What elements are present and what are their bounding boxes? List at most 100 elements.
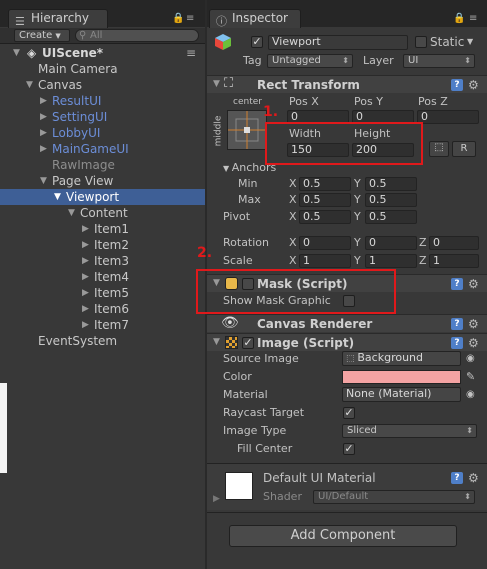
collapsed-triangle-icon[interactable]: ▶ [82, 221, 89, 237]
gear-icon[interactable]: ⚙ [468, 79, 479, 91]
image-enabled-checkbox[interactable]: ✓ [242, 337, 254, 349]
raw-edit-button[interactable]: R [452, 141, 476, 157]
scene-menu-icon[interactable]: ≡ [186, 45, 196, 61]
object-picker-icon[interactable]: ◉ [466, 352, 475, 366]
dropdown-arrow-icon: ⬍ [464, 56, 471, 65]
anchor-min-y-field[interactable]: 0.5 [365, 177, 417, 191]
expanded-triangle-icon[interactable]: ▼ [54, 189, 61, 205]
hierarchy-item[interactable]: ▼ Content [0, 205, 205, 221]
add-component-button[interactable]: Add Component [229, 525, 457, 547]
tag-dropdown[interactable]: Untagged ⬍ [267, 54, 353, 68]
source-image-field[interactable]: ⬚ Background [342, 351, 461, 366]
hierarchy-panel: ☰ Hierarchy 🔒 ≡ Create ▼ ⚲ All ▼ ◈ UISce… [0, 0, 205, 569]
collapsed-triangle-icon[interactable]: ▶ [82, 253, 89, 269]
collapsed-triangle-icon[interactable]: ▶ [82, 285, 89, 301]
collapsed-triangle-icon[interactable]: ▶ [82, 317, 89, 333]
anchor-max-x-field[interactable]: 0.5 [299, 193, 351, 207]
object-name-field[interactable]: Viewport [268, 35, 408, 50]
static-checkbox[interactable] [415, 36, 427, 48]
gear-icon[interactable]: ⚙ [468, 318, 479, 330]
scale-x-field[interactable]: 1 [299, 254, 351, 268]
image-type-dropdown[interactable]: Sliced ⬍ [342, 424, 477, 438]
hierarchy-item[interactable]: ▶ LobbyUI [0, 125, 205, 141]
anchor-min-x-field[interactable]: 0.5 [299, 177, 351, 191]
tab-hierarchy[interactable]: ☰ Hierarchy [8, 9, 108, 28]
background-window-edge [0, 383, 7, 473]
help-icon[interactable]: ? [451, 278, 463, 290]
help-icon[interactable]: ? [451, 472, 463, 484]
hierarchy-item[interactable]: ▶ MainGameUI [0, 141, 205, 157]
scale-z-field[interactable]: 1 [429, 254, 479, 268]
search-input[interactable]: ⚲ All [75, 29, 199, 42]
pos-z-field[interactable]: 0 [417, 110, 479, 124]
sprite-icon: ⬚ [346, 354, 358, 364]
collapse-triangle-icon[interactable]: ▼ [213, 79, 220, 89]
hierarchy-item[interactable]: ▶ Item4 [0, 269, 205, 285]
gear-icon[interactable]: ⚙ [468, 472, 479, 484]
help-icon[interactable]: ? [451, 318, 463, 330]
hierarchy-item[interactable]: ▶ SettingUI [0, 109, 205, 125]
lock-icon[interactable]: 🔒 [453, 13, 465, 24]
expand-triangle-icon[interactable]: ▶ [213, 494, 220, 504]
collapsed-triangle-icon[interactable]: ▶ [82, 301, 89, 317]
rect-transform-header[interactable]: ▼ ⛶ Rect Transform ? ⚙ [207, 75, 487, 93]
layer-dropdown[interactable]: UI ⬍ [403, 54, 475, 68]
scene-root[interactable]: ▼ ◈ UIScene* ≡ [0, 45, 205, 61]
hierarchy-item[interactable]: ▶ Item6 [0, 301, 205, 317]
rotation-z-field[interactable]: 0 [429, 236, 479, 250]
canvas-renderer-header[interactable]: 👁 Canvas Renderer ? ⚙ [207, 314, 487, 332]
collapse-triangle-icon[interactable]: ▼ [213, 337, 220, 347]
hierarchy-item[interactable]: ▶ Item3 [0, 253, 205, 269]
expanded-triangle-icon[interactable]: ▼ [40, 173, 47, 189]
pivot-x-field[interactable]: 0.5 [299, 210, 351, 224]
collapsed-triangle-icon[interactable]: ▶ [40, 109, 47, 125]
hierarchy-item[interactable]: ▼ Canvas [0, 77, 205, 93]
expand-triangle-icon[interactable]: ▼ [13, 45, 20, 61]
info-icon: ⓘ [216, 15, 227, 28]
fill-center-checkbox[interactable]: ✓ [343, 443, 355, 455]
collapsed-triangle-icon[interactable]: ▶ [82, 269, 89, 285]
expanded-triangle-icon[interactable]: ▼ [68, 205, 75, 221]
chevron-down-icon[interactable]: ▼ [467, 35, 473, 49]
raycast-target-checkbox[interactable]: ✓ [343, 407, 355, 419]
active-checkbox[interactable]: ✓ [251, 36, 263, 48]
hierarchy-item[interactable]: RawImage [0, 157, 205, 173]
blueprint-mode-button[interactable]: ⬚ [429, 141, 449, 157]
hierarchy-item[interactable]: ▶ Item2 [0, 237, 205, 253]
create-dropdown[interactable]: Create ▼ [14, 29, 70, 42]
panel-menu-icon[interactable]: ≡ [186, 13, 194, 24]
tab-inspector[interactable]: ⓘ Inspector [209, 9, 301, 28]
unity-scene-icon: ◈ [27, 46, 37, 60]
shader-dropdown[interactable]: UI/Default ⬍ [313, 490, 475, 504]
eyedropper-icon[interactable]: ✎ [466, 370, 475, 384]
pivot-y-field[interactable]: 0.5 [365, 210, 417, 224]
rotation-x-field[interactable]: 0 [299, 236, 351, 250]
image-component-header[interactable]: ▼ ✓ Image (Script) ? ⚙ [207, 333, 487, 351]
object-picker-icon[interactable]: ◉ [466, 388, 475, 402]
hierarchy-item[interactable]: ▶ Item5 [0, 285, 205, 301]
rotation-y-field[interactable]: 0 [365, 236, 417, 250]
material-field[interactable]: None (Material) [342, 387, 461, 402]
expanded-triangle-icon[interactable]: ▼ [26, 77, 33, 93]
panel-menu-icon[interactable]: ≡ [469, 13, 477, 24]
hierarchy-item[interactable]: EventSystem [0, 333, 205, 349]
gear-icon[interactable]: ⚙ [468, 278, 479, 290]
anchor-preset-button[interactable] [227, 110, 267, 150]
hierarchy-item[interactable]: ▶ Item1 [0, 221, 205, 237]
collapsed-triangle-icon[interactable]: ▶ [40, 125, 47, 141]
hierarchy-item[interactable]: ▶ ResultUI [0, 93, 205, 109]
anchor-max-y-field[interactable]: 0.5 [365, 193, 417, 207]
collapsed-triangle-icon[interactable]: ▶ [40, 141, 47, 157]
collapsed-triangle-icon[interactable]: ▶ [40, 93, 47, 109]
gear-icon[interactable]: ⚙ [468, 337, 479, 349]
hierarchy-item[interactable]: Main Camera [0, 61, 205, 77]
hierarchy-item[interactable]: ▼ Viewport [0, 189, 205, 205]
hierarchy-item[interactable]: ▼ Page View [0, 173, 205, 189]
lock-icon[interactable]: 🔒 [172, 13, 184, 24]
collapsed-triangle-icon[interactable]: ▶ [82, 237, 89, 253]
color-swatch[interactable] [342, 370, 461, 384]
help-icon[interactable]: ? [451, 337, 463, 349]
help-icon[interactable]: ? [451, 79, 463, 91]
hierarchy-item[interactable]: ▶ Item7 [0, 317, 205, 333]
scale-y-field[interactable]: 1 [365, 254, 417, 268]
